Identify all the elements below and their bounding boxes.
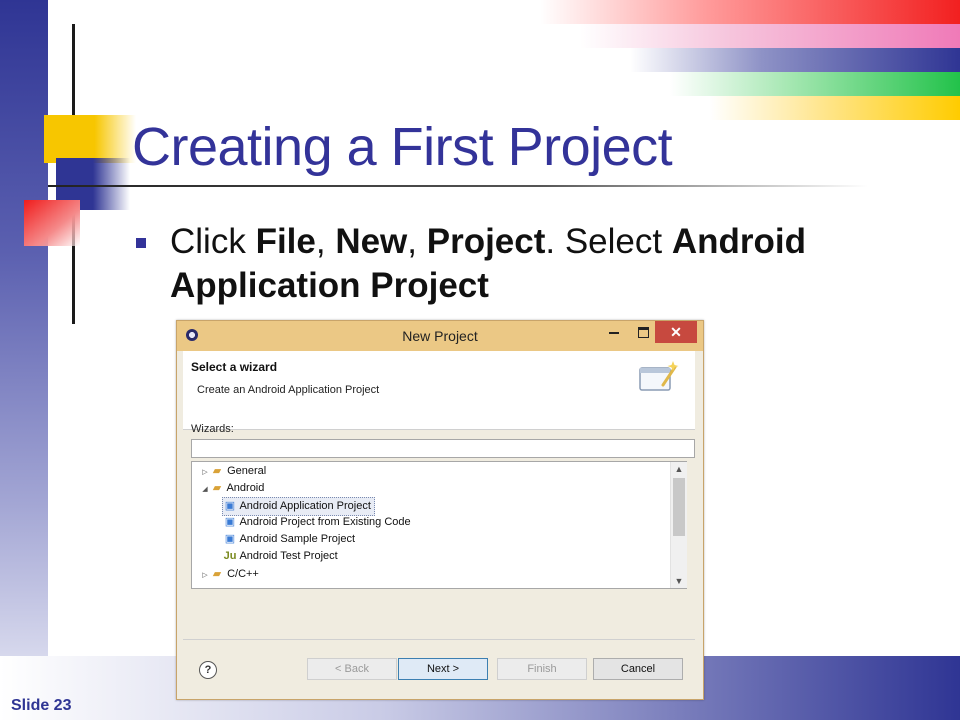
wizard-banner-icon	[639, 361, 679, 391]
tree-item-label: Android Application Project	[239, 500, 371, 512]
wizard-tree: ▷ ▰ General ◢ ▰ Android ▣ Android Applicat…	[191, 461, 687, 589]
yellow-accent-square	[44, 115, 136, 163]
tree-item-android[interactable]: ◢ ▰ Android	[200, 480, 264, 497]
bullet-text-part: Click	[170, 222, 256, 261]
bullet-text: Click File, New, Project. Select Android…	[170, 220, 896, 308]
wizard-title: Select a wizard	[191, 360, 278, 374]
tree-item-android-sample-project[interactable]: ▣ Android Sample Project	[223, 531, 355, 548]
android-project-icon: ▣	[224, 516, 236, 528]
tree-scrollbar[interactable]: ▲ ▼	[670, 462, 687, 588]
cancel-button[interactable]: Cancel	[593, 658, 683, 680]
tree-item-label: Android Project from Existing Code	[239, 516, 411, 528]
junit-icon: Ju	[223, 550, 237, 562]
wizards-label: Wizards:	[191, 423, 234, 435]
close-icon: ✕	[670, 324, 682, 340]
slide-number: Slide 23	[11, 697, 72, 714]
bullet-text-part: . Select	[545, 222, 672, 261]
stripe-yellow	[710, 96, 960, 120]
back-button[interactable]: < Back	[307, 658, 397, 680]
tree-item-label: General	[227, 465, 267, 477]
bold-new: New	[335, 222, 408, 261]
expand-arrow-icon[interactable]: ▷	[200, 464, 210, 481]
tree-item-label: Android Test Project	[239, 550, 338, 562]
title-underline	[48, 185, 868, 187]
minimize-button[interactable]	[601, 321, 627, 343]
android-project-icon: ▣	[224, 500, 236, 512]
maximize-icon	[637, 327, 649, 339]
bullet-text-part: ,	[315, 222, 336, 261]
wizard-description: Create an Android Application Project	[197, 384, 380, 396]
stripe-red	[540, 0, 960, 24]
tree-item-label: C/C++	[227, 568, 259, 580]
wizard-filter-input[interactable]	[191, 439, 695, 458]
next-button[interactable]: Next >	[398, 658, 488, 680]
bold-project: Project	[426, 222, 546, 261]
bullet-text-part: ,	[407, 222, 427, 261]
wizard-header: Select a wizard Create an Android Applic…	[183, 351, 695, 430]
folder-open-icon: ▰	[212, 482, 222, 494]
folder-icon: ▰	[212, 568, 222, 580]
button-bar-divider	[183, 639, 695, 640]
help-icon[interactable]: ?	[199, 661, 217, 679]
stripe-green	[670, 72, 960, 96]
bullet-marker	[136, 238, 146, 248]
finish-button[interactable]: Finish	[497, 658, 587, 680]
scroll-down-icon[interactable]: ▼	[671, 574, 687, 588]
slide-title: Creating a First Project	[132, 117, 673, 177]
tree-item-general[interactable]: ▷ ▰ General	[200, 463, 266, 480]
dialog-titlebar[interactable]: New Project ✕	[177, 321, 703, 351]
wizard-tree-list: ▷ ▰ General ◢ ▰ Android ▣ Android Applicat…	[192, 462, 670, 588]
minimize-icon	[609, 331, 619, 334]
maximize-button[interactable]	[629, 321, 657, 343]
expand-arrow-icon[interactable]: ▷	[200, 567, 210, 584]
close-button[interactable]: ✕	[655, 321, 697, 343]
left-gradient-bar	[0, 0, 48, 720]
bullet-point: Click File, New, Project. Select Android…	[136, 220, 896, 308]
android-project-icon: ▣	[224, 533, 236, 545]
new-project-dialog: New Project ✕ Select a wizard Create an …	[176, 320, 704, 700]
tree-item-android-project-existing-code[interactable]: ▣ Android Project from Existing Code	[223, 514, 411, 531]
collapse-arrow-icon[interactable]: ◢	[200, 481, 210, 498]
bold-file: File	[255, 222, 316, 261]
folder-icon: ▰	[212, 465, 222, 477]
tree-item-label: Android Sample Project	[239, 533, 356, 545]
tree-item-android-test-project[interactable]: Ju Android Test Project	[223, 548, 338, 565]
scroll-up-icon[interactable]: ▲	[671, 462, 687, 476]
tree-item-cpp[interactable]: ▷ ▰ C/C++	[200, 566, 259, 583]
scroll-thumb[interactable]	[673, 478, 685, 536]
stripe-blue	[630, 48, 960, 72]
stripe-pink	[580, 24, 960, 48]
tree-item-label: Android	[226, 482, 265, 494]
red-accent-square	[24, 200, 80, 246]
